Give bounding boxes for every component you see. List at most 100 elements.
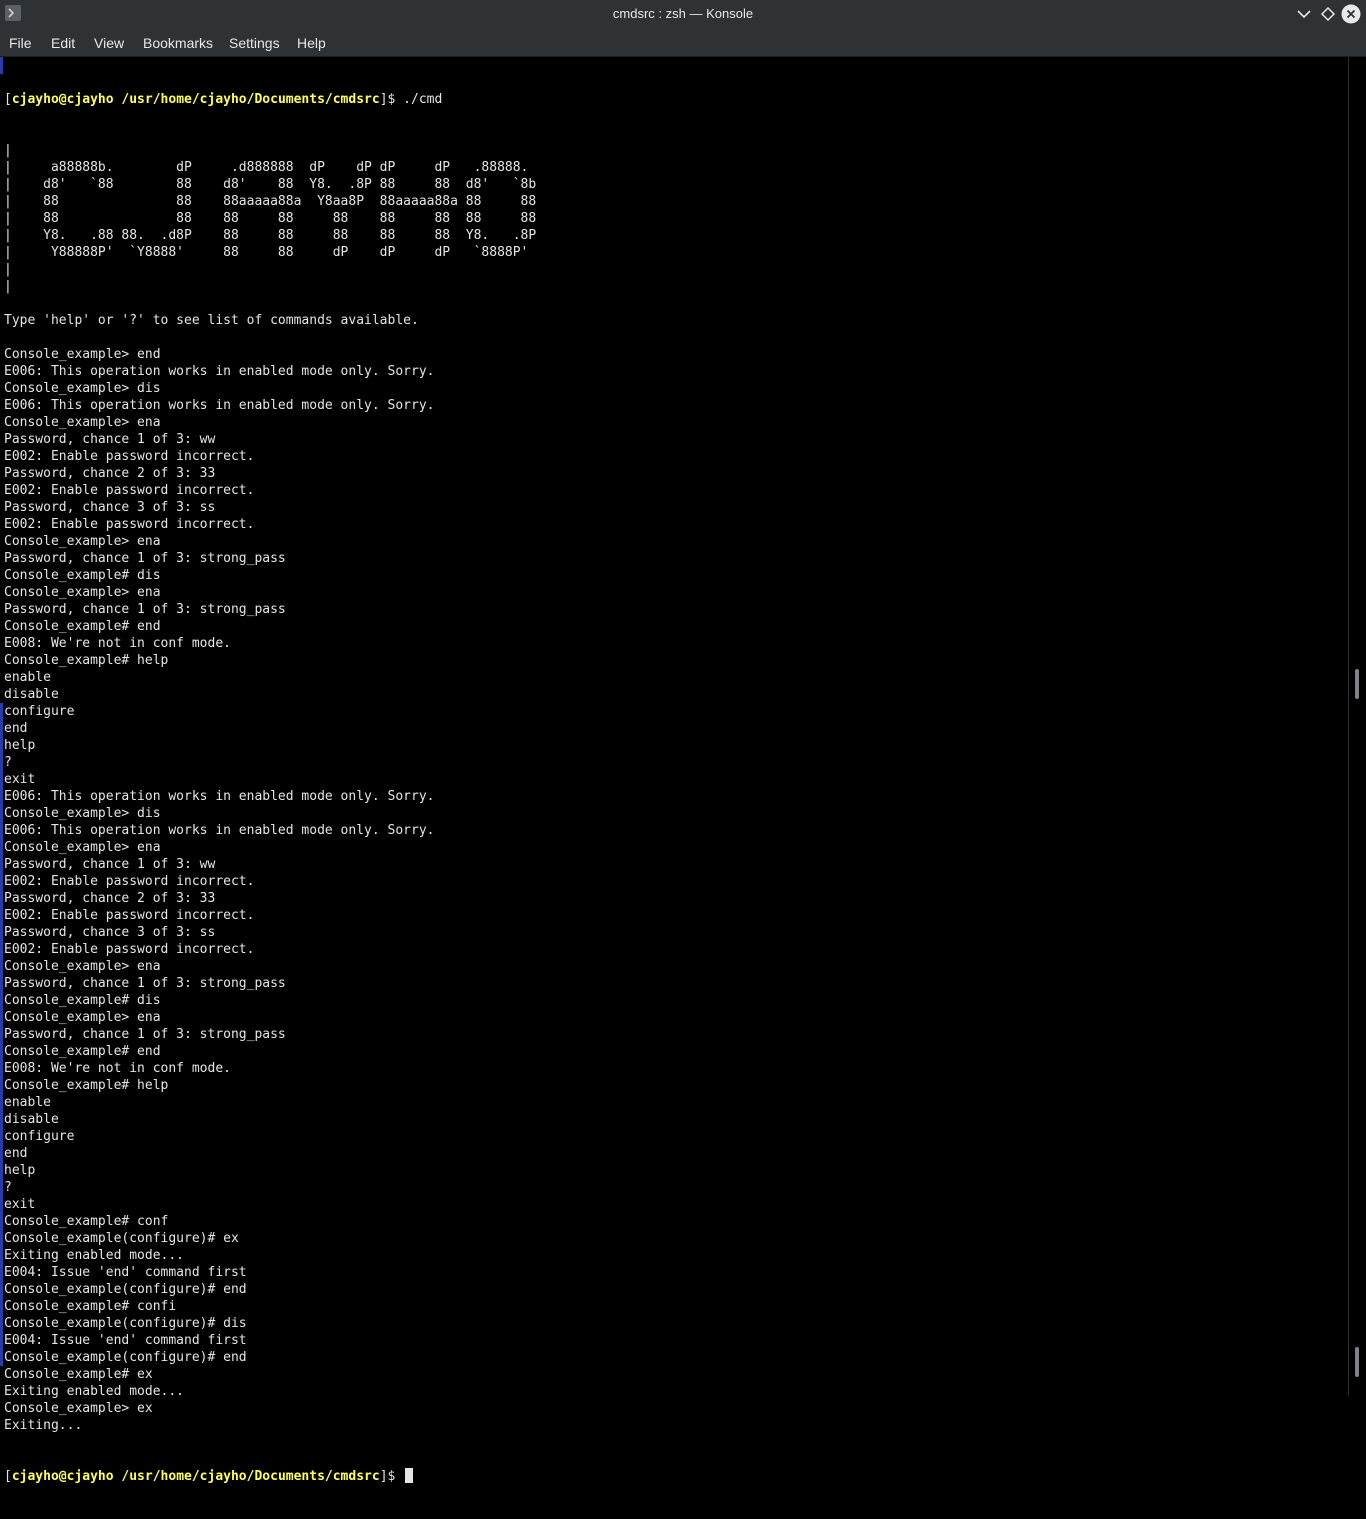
terminal-line: E006: This operation works in enabled mo… bbox=[4, 823, 435, 838]
terminal-line: E002: Enable password incorrect. bbox=[4, 517, 255, 532]
minimize-button[interactable] bbox=[1294, 4, 1314, 24]
terminal-line: E006: This operation works in enabled mo… bbox=[4, 789, 435, 804]
terminal-line: Console_example> ena bbox=[4, 959, 161, 974]
text-cursor bbox=[405, 1468, 414, 1483]
terminal-line: Password, chance 2 of 3: 33 bbox=[4, 891, 216, 906]
scrollbar-handle[interactable] bbox=[1355, 669, 1359, 699]
line-marker bbox=[0, 703, 3, 1366]
terminal-line: Password, chance 2 of 3: 33 bbox=[4, 466, 216, 481]
terminal-line: | 88 88 88 88 88 88 88 88 88 bbox=[4, 211, 537, 226]
terminal-line: Password, chance 3 of 3: ss bbox=[4, 500, 216, 515]
maximize-button[interactable] bbox=[1318, 4, 1338, 24]
terminal-line: exit bbox=[4, 772, 36, 787]
prompt-user-host: cjayho@cjayho bbox=[11, 92, 114, 107]
terminal-line: help bbox=[4, 1163, 36, 1178]
terminal-line: | a88888b. dP .d888888 dP dP dP dP .8888… bbox=[4, 160, 529, 175]
prompt-path: /usr/home/cjayho/Documents/cmdsrc bbox=[121, 1469, 380, 1484]
terminal-line: | Y8. .88 88. .d8P 88 88 88 88 88 Y8. .8… bbox=[4, 228, 537, 243]
terminal-line: configure bbox=[4, 1129, 75, 1144]
prompt-user-host: cjayho@cjayho bbox=[11, 1469, 114, 1484]
prompt-bracket: ]$ bbox=[379, 92, 404, 107]
terminal-line: E008: We're not in conf mode. bbox=[4, 1061, 231, 1076]
terminal-line: | bbox=[4, 262, 12, 277]
terminal-line: end bbox=[4, 721, 28, 736]
terminal-line: E002: Enable password incorrect. bbox=[4, 874, 255, 889]
terminal-line: Console_example# end bbox=[4, 619, 161, 634]
terminal-line: E004: Issue 'end' command first bbox=[4, 1265, 247, 1280]
terminal-line: Console_example# conf bbox=[4, 1214, 169, 1229]
menu-bookmarks[interactable]: Bookmarks bbox=[143, 35, 213, 51]
terminal-line: Console_example(configure)# dis bbox=[4, 1316, 247, 1331]
terminal-line: | bbox=[4, 279, 12, 294]
terminal-line: Console_example# help bbox=[4, 653, 169, 668]
terminal-line: end bbox=[4, 1146, 28, 1161]
terminal-line: Console_example> dis bbox=[4, 381, 161, 396]
menu-help[interactable]: Help bbox=[297, 35, 326, 51]
terminal-line: Console_example> end bbox=[4, 347, 161, 362]
terminal-line: | 88 88 88aaaaa88a Y8aa8P 88aaaaa88a 88 … bbox=[4, 194, 537, 209]
terminal-line: E002: Enable password incorrect. bbox=[4, 449, 255, 464]
terminal-line: Password, chance 1 of 3: strong_pass bbox=[4, 1027, 286, 1042]
prompt-line: [cjayho@cjayho /usr/home/cjayho/Document… bbox=[4, 91, 536, 108]
terminal-lines: [cjayho@cjayho /usr/home/cjayho/Document… bbox=[4, 57, 536, 1519]
menu-view[interactable]: View bbox=[94, 35, 124, 51]
window-title: cmdsrc : zsh — Konsole bbox=[612, 6, 754, 21]
terminal-line: Password, chance 1 of 3: ww bbox=[4, 432, 216, 447]
prompt-bracket: [ bbox=[4, 1469, 12, 1484]
window-titlebar: cmdsrc : zsh — Konsole bbox=[0, 0, 1366, 29]
scrollbar-handle[interactable] bbox=[1355, 1347, 1359, 1377]
terminal-line: disable bbox=[4, 1112, 59, 1127]
terminal-line: Console_example(configure)# ex bbox=[4, 1231, 239, 1246]
terminal-line: exit bbox=[4, 1197, 36, 1212]
terminal-line: disable bbox=[4, 687, 59, 702]
terminal-line: Console_example> ena bbox=[4, 534, 161, 549]
terminal-line: Console_example# dis bbox=[4, 568, 161, 583]
terminal-line: Console_example# confi bbox=[4, 1299, 177, 1314]
prompt-bracket: ]$ bbox=[379, 1469, 404, 1484]
prompt-line: [cjayho@cjayho /usr/home/cjayho/Document… bbox=[4, 1468, 536, 1485]
terminal-output[interactable]: [cjayho@cjayho /usr/home/cjayho/Document… bbox=[0, 57, 1348, 1484]
close-icon bbox=[1341, 4, 1361, 24]
terminal-scrollbar[interactable] bbox=[1348, 57, 1366, 1396]
diamond-icon bbox=[1320, 6, 1336, 22]
terminal-line: E006: This operation works in enabled mo… bbox=[4, 364, 435, 379]
terminal-line: E004: Issue 'end' command first bbox=[4, 1333, 247, 1348]
terminal-line: Console_example> ena bbox=[4, 585, 161, 600]
terminal-line: E006: This operation works in enabled mo… bbox=[4, 398, 435, 413]
chevron-down-icon bbox=[1297, 10, 1311, 19]
terminal-line: ? bbox=[4, 755, 12, 770]
terminal-line: | d8' `88 88 d8' 88 Y8. .8P 88 88 d8' `8… bbox=[4, 177, 537, 192]
terminal-line: Console_example(configure)# end bbox=[4, 1282, 247, 1297]
terminal-line: Exiting enabled mode... bbox=[4, 1384, 185, 1399]
menu-bar: File Edit View Bookmarks Settings Help bbox=[0, 29, 1366, 57]
terminal-line: enable bbox=[4, 1095, 51, 1110]
terminal-line: Console_example(configure)# end bbox=[4, 1350, 247, 1365]
prompt-path: /usr/home/cjayho/Documents/cmdsrc bbox=[121, 92, 380, 107]
terminal-line: Console_example> dis bbox=[4, 806, 161, 821]
terminal-line: Password, chance 1 of 3: strong_pass bbox=[4, 976, 286, 991]
line-marker bbox=[0, 57, 3, 74]
terminal-line: E002: Enable password incorrect. bbox=[4, 908, 255, 923]
terminal-line: Password, chance 1 of 3: strong_pass bbox=[4, 551, 286, 566]
terminal-line: Console_example# end bbox=[4, 1044, 161, 1059]
terminal-line: Exiting... bbox=[4, 1418, 83, 1433]
menu-file[interactable]: File bbox=[9, 35, 32, 51]
terminal-line: Password, chance 3 of 3: ss bbox=[4, 925, 216, 940]
terminal-line: Console_example# dis bbox=[4, 993, 161, 1008]
prompt-command: ./cmd bbox=[403, 92, 443, 107]
close-button[interactable] bbox=[1341, 4, 1361, 24]
terminal-line: Exiting enabled mode... bbox=[4, 1248, 185, 1263]
terminal-line: Console_example# help bbox=[4, 1078, 169, 1093]
terminal-line: E002: Enable password incorrect. bbox=[4, 483, 255, 498]
terminal-line: E008: We're not in conf mode. bbox=[4, 636, 231, 651]
terminal-line: | Y88888P' `Y8888' 88 88 dP dP dP `8888P… bbox=[4, 245, 529, 260]
menu-edit[interactable]: Edit bbox=[51, 35, 75, 51]
terminal-line: Password, chance 1 of 3: ww bbox=[4, 857, 216, 872]
terminal-line: configure bbox=[4, 704, 75, 719]
menu-settings[interactable]: Settings bbox=[229, 35, 280, 51]
terminal-line: Type 'help' or '?' to see list of comman… bbox=[4, 313, 419, 328]
terminal-line: Console_example> ena bbox=[4, 415, 161, 430]
terminal-line: Console_example# ex bbox=[4, 1367, 153, 1382]
